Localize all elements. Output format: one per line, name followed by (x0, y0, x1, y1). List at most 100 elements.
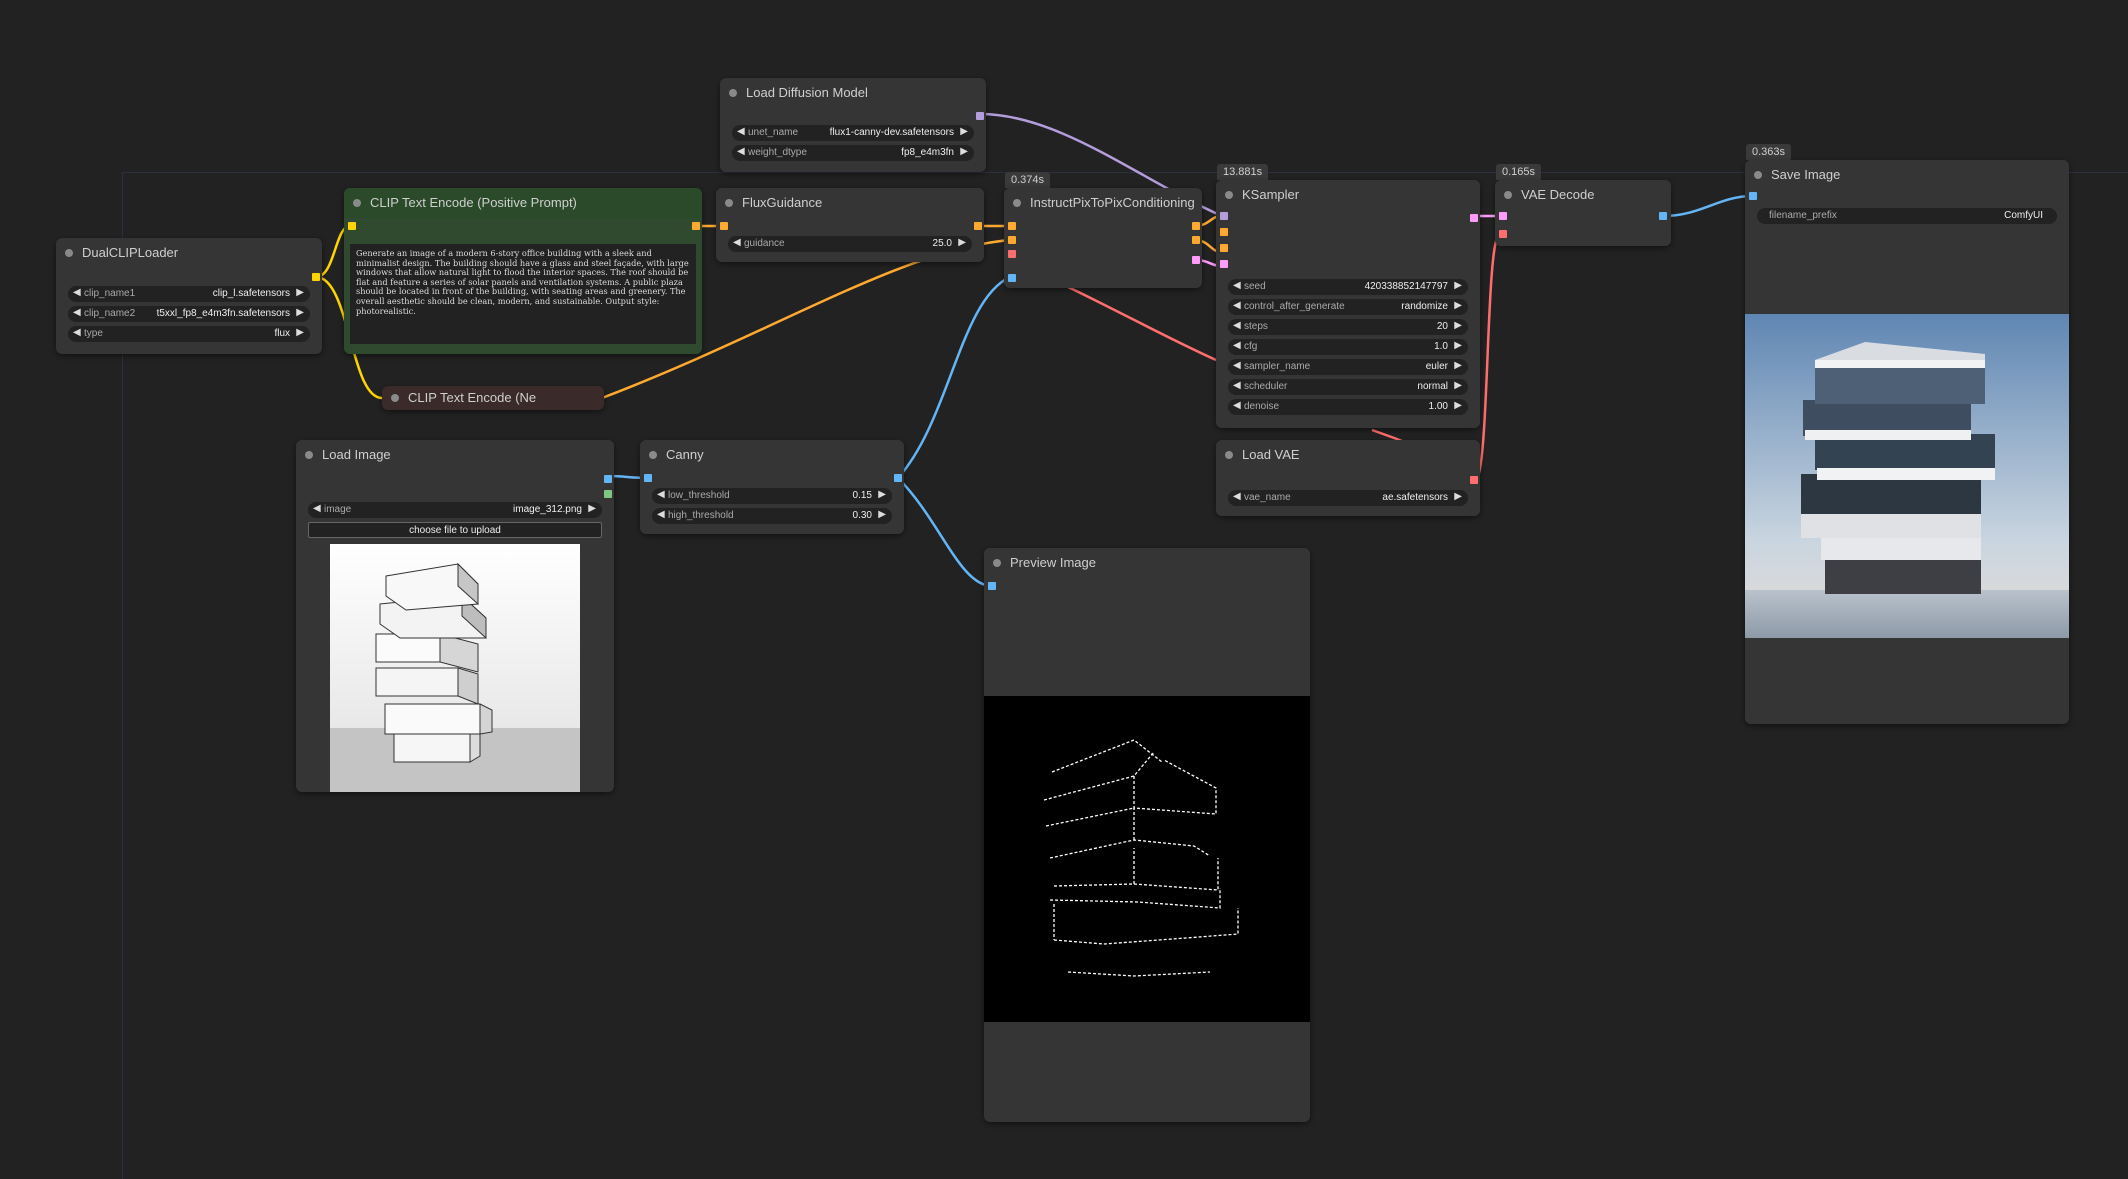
widget-clip-name2[interactable]: ◀ clip_name2 t5xxl_fp8_e4m3fn.safetensors ▶ (68, 306, 310, 322)
input-slot-pixels[interactable] (1008, 274, 1016, 282)
decrement-icon[interactable]: ◀ (737, 126, 745, 137)
widget-type[interactable]: ◀ type flux ▶ (68, 326, 310, 342)
increment-icon[interactable]: ▶ (1454, 380, 1462, 391)
output-slot-positive[interactable] (1192, 222, 1200, 230)
widget-clip-name1[interactable]: ◀ clip_name1 clip_l.safetensors ▶ (68, 286, 310, 302)
increment-icon[interactable]: ▶ (1454, 340, 1462, 351)
decrement-icon[interactable]: ◀ (1233, 340, 1241, 351)
widget-guidance[interactable]: ◀ guidance 25.0 ▶ (728, 236, 972, 252)
node-title[interactable]: Canny (640, 440, 904, 470)
output-slot-mask[interactable] (604, 490, 612, 498)
collapse-dot-icon[interactable] (1013, 199, 1021, 207)
widget-denoise[interactable]: ◀ denoise 1.00 ▶ (1228, 399, 1468, 415)
input-slot-samples[interactable] (1499, 212, 1507, 220)
increment-icon[interactable]: ▶ (1454, 491, 1462, 502)
node-clip-text-encode-positive[interactable]: CLIP Text Encode (Positive Prompt) Gener… (344, 188, 702, 354)
node-title[interactable]: Load VAE (1216, 440, 1480, 470)
node-load-diffusion-model[interactable]: Load Diffusion Model ◀ unet_name flux1-can… (720, 78, 986, 172)
input-slot-vae[interactable] (1499, 230, 1507, 238)
node-title[interactable]: KSampler (1216, 180, 1480, 210)
output-slot-negative[interactable] (1192, 236, 1200, 244)
node-canny[interactable]: Canny ◀ low_threshold 0.15 ▶ ◀ high_threshol… (640, 440, 904, 534)
decrement-icon[interactable]: ◀ (313, 503, 321, 514)
decrement-icon[interactable]: ◀ (737, 146, 745, 157)
decrement-icon[interactable]: ◀ (1233, 491, 1241, 502)
node-title[interactable]: FluxGuidance (716, 188, 984, 218)
increment-icon[interactable]: ▶ (1454, 300, 1462, 311)
increment-icon[interactable]: ▶ (878, 489, 886, 500)
node-load-vae[interactable]: Load VAE ◀ vae_name ae.safetensors ▶ (1216, 440, 1480, 516)
node-title[interactable]: CLIP Text Encode (Positive Prompt) (344, 188, 702, 218)
node-title[interactable]: InstructPixToPixConditioning (1004, 188, 1202, 218)
node-flux-guidance[interactable]: FluxGuidance ◀ guidance 25.0 ▶ (716, 188, 984, 262)
input-slot-positive[interactable] (1220, 228, 1228, 236)
collapse-dot-icon[interactable] (1225, 451, 1233, 459)
node-preview-image[interactable]: Preview Image (984, 548, 1310, 1122)
node-title[interactable]: CLIP Text Encode (Ne (382, 386, 604, 410)
collapse-dot-icon[interactable] (729, 89, 737, 97)
decrement-icon[interactable]: ◀ (657, 509, 665, 520)
decrement-icon[interactable]: ◀ (1233, 300, 1241, 311)
node-title[interactable]: Load Diffusion Model (720, 78, 986, 108)
node-title[interactable]: DualCLIPLoader (56, 238, 322, 268)
input-slot-conditioning[interactable] (720, 222, 728, 230)
increment-icon[interactable]: ▶ (296, 327, 304, 338)
widget-filename-prefix[interactable]: filename_prefix ComfyUI (1757, 208, 2057, 224)
widget-cfg[interactable]: ◀ cfg 1.0 ▶ (1228, 339, 1468, 355)
output-slot-clip[interactable] (312, 273, 320, 281)
node-save-image[interactable]: Save Image filename_prefix ComfyUI (1745, 160, 2069, 724)
node-title[interactable]: VAE Decode (1495, 180, 1671, 210)
collapse-dot-icon[interactable] (65, 249, 73, 257)
node-load-image[interactable]: Load Image ◀ image image_312.png ▶ choose f… (296, 440, 614, 792)
widget-vae-name[interactable]: ◀ vae_name ae.safetensors ▶ (1228, 490, 1468, 506)
widget-seed[interactable]: ◀ seed 420338852147797 ▶ (1228, 279, 1468, 295)
output-slot-image[interactable] (604, 475, 612, 483)
decrement-icon[interactable]: ◀ (733, 237, 741, 248)
increment-icon[interactable]: ▶ (960, 126, 968, 137)
input-slot-negative[interactable] (1220, 244, 1228, 252)
widget-control-after-generate[interactable]: ◀ control_after_generate randomize ▶ (1228, 299, 1468, 315)
input-slot-latent[interactable] (1220, 260, 1228, 268)
collapse-dot-icon[interactable] (391, 394, 399, 402)
output-slot-latent[interactable] (1470, 214, 1478, 222)
increment-icon[interactable]: ▶ (296, 287, 304, 298)
upload-button[interactable]: choose file to upload (308, 522, 602, 538)
collapse-dot-icon[interactable] (725, 199, 733, 207)
node-vae-decode[interactable]: VAE Decode (1495, 180, 1671, 246)
increment-icon[interactable]: ▶ (878, 509, 886, 520)
widget-weight-dtype[interactable]: ◀ weight_dtype fp8_e4m3fn ▶ (732, 145, 974, 161)
widget-high-threshold[interactable]: ◀ high_threshold 0.30 ▶ (652, 508, 892, 524)
collapse-dot-icon[interactable] (1754, 171, 1762, 179)
increment-icon[interactable]: ▶ (1454, 280, 1462, 291)
input-slot-vae[interactable] (1008, 250, 1016, 258)
increment-icon[interactable]: ▶ (1454, 360, 1462, 371)
output-slot-conditioning[interactable] (692, 222, 700, 230)
increment-icon[interactable]: ▶ (588, 503, 596, 514)
increment-icon[interactable]: ▶ (960, 146, 968, 157)
output-slot-image[interactable] (894, 474, 902, 482)
input-slot-negative[interactable] (1008, 236, 1016, 244)
input-slot-images[interactable] (1749, 192, 1757, 200)
widget-low-threshold[interactable]: ◀ low_threshold 0.15 ▶ (652, 488, 892, 504)
node-clip-text-encode-negative-collapsed[interactable]: CLIP Text Encode (Ne (382, 386, 604, 410)
collapse-dot-icon[interactable] (353, 199, 361, 207)
node-ksampler[interactable]: KSampler ◀ seed 420338852147797 ▶ ◀ control_… (1216, 180, 1480, 428)
node-title[interactable]: Preview Image (984, 548, 1310, 578)
widget-unet-name[interactable]: ◀ unet_name flux1-canny-dev.safetensors ▶ (732, 125, 974, 141)
decrement-icon[interactable]: ◀ (1233, 280, 1241, 291)
decrement-icon[interactable]: ◀ (1233, 380, 1241, 391)
decrement-icon[interactable]: ◀ (1233, 400, 1241, 411)
input-slot-images[interactable] (988, 582, 996, 590)
decrement-icon[interactable]: ◀ (73, 327, 81, 338)
node-title[interactable]: Load Image (296, 440, 614, 470)
collapse-dot-icon[interactable] (649, 451, 657, 459)
decrement-icon[interactable]: ◀ (1233, 320, 1241, 331)
widget-steps[interactable]: ◀ steps 20 ▶ (1228, 319, 1468, 335)
widget-scheduler[interactable]: ◀ scheduler normal ▶ (1228, 379, 1468, 395)
output-slot-conditioning[interactable] (974, 222, 982, 230)
output-slot-latent[interactable] (1192, 256, 1200, 264)
widget-sampler-name[interactable]: ◀ sampler_name euler ▶ (1228, 359, 1468, 375)
collapse-dot-icon[interactable] (993, 559, 1001, 567)
widget-image[interactable]: ◀ image image_312.png ▶ (308, 502, 602, 518)
prompt-textarea[interactable]: Generate an image of a modern 6-story of… (350, 244, 696, 344)
